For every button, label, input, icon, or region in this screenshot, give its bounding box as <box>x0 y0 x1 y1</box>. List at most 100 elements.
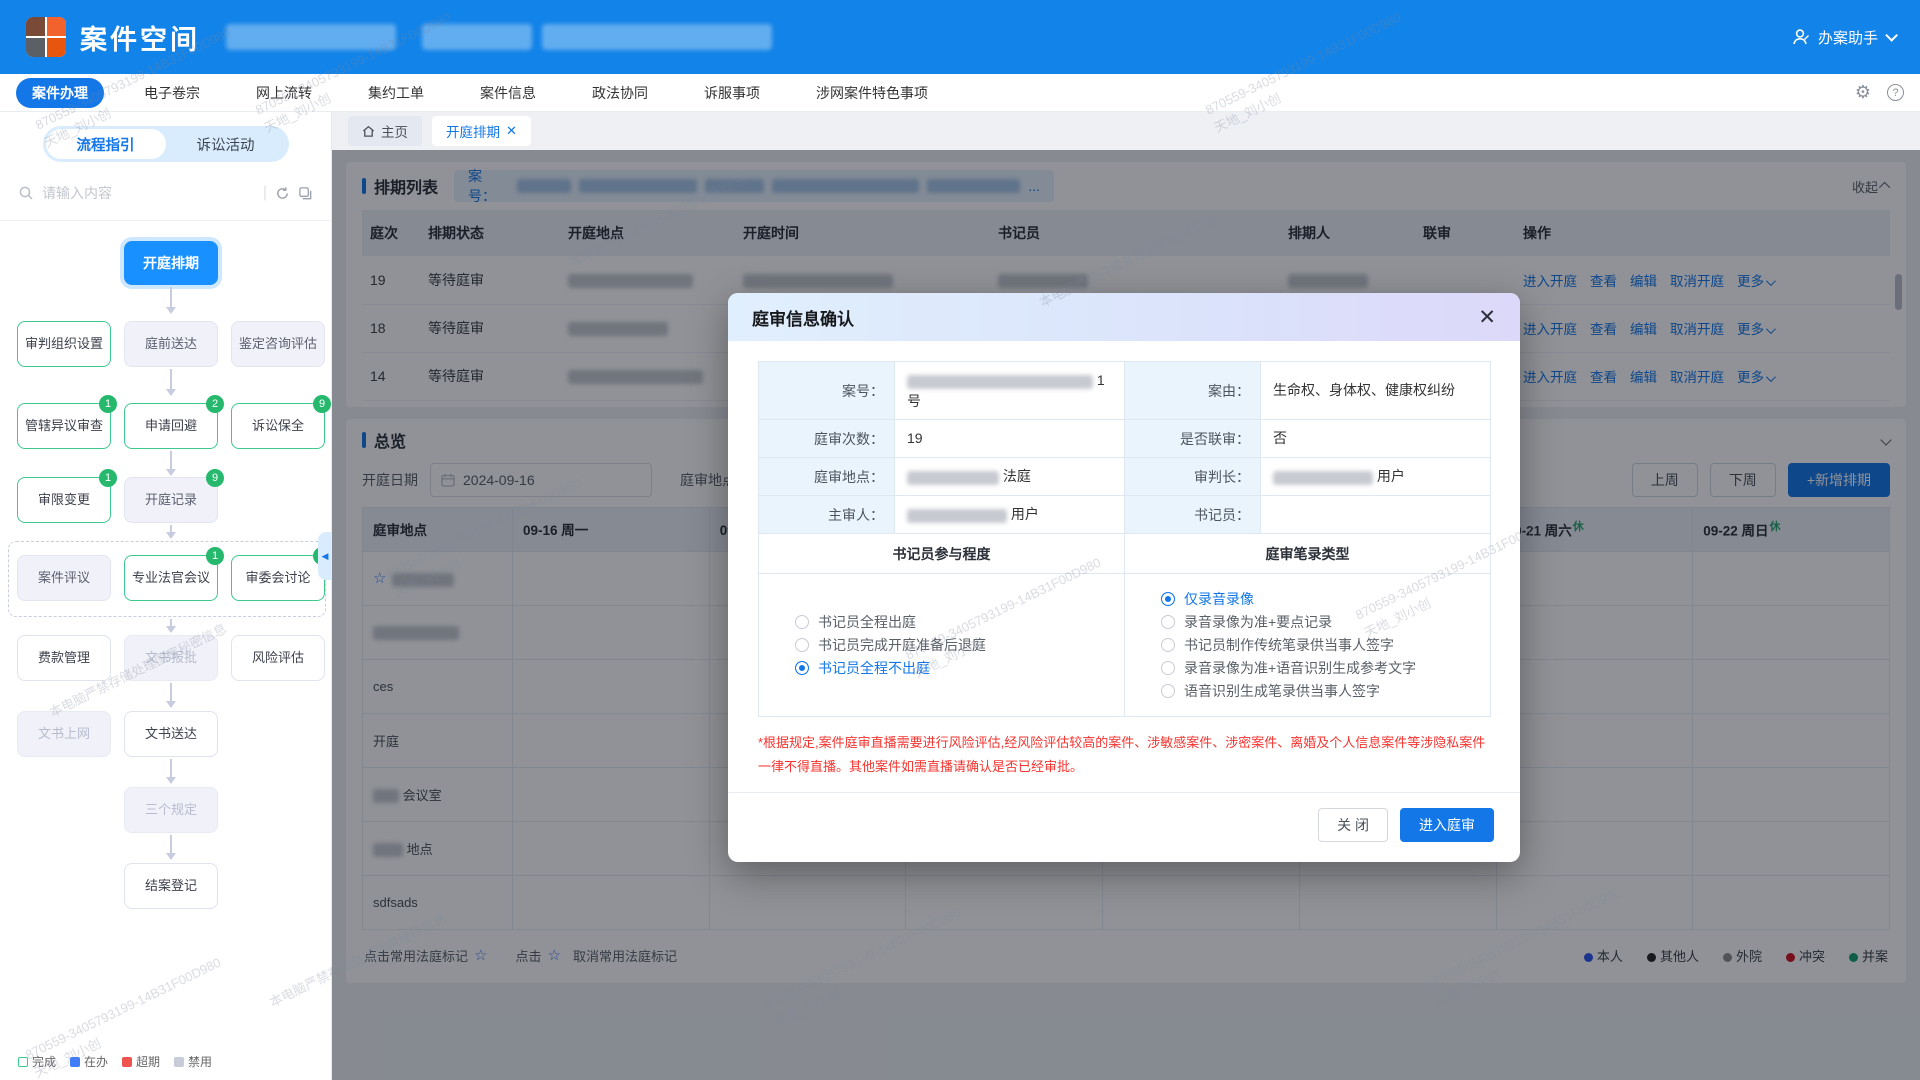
search-input[interactable] <box>42 185 255 201</box>
masked-breadcrumb <box>226 24 396 50</box>
app-logo-icon <box>26 17 66 57</box>
flow-node[interactable]: 专业法官会议1 <box>124 555 218 601</box>
modal-footer: 关 闭 进入庭审 <box>728 792 1520 862</box>
clerk-participation-options: 书记员全程出庭 书记员完成开庭准备后退庭 书记员全程不出庭 <box>759 574 1125 717</box>
tab-home[interactable]: 主页 <box>348 116 422 146</box>
flow-node[interactable]: 风险评估 <box>231 635 325 681</box>
nav-litigation-service[interactable]: 诉服事项 <box>676 83 788 103</box>
radio-icon <box>1161 638 1175 652</box>
sidebar-search: | <box>18 176 313 210</box>
radio-icon <box>1161 684 1175 698</box>
layers-icon[interactable] <box>298 186 313 201</box>
radio-icon <box>1161 615 1175 629</box>
modal-header: 庭审信息确认 ✕ <box>728 293 1520 341</box>
enter-hearing-button[interactable]: 进入庭审 <box>1400 808 1494 842</box>
assistant-menu[interactable]: 办案助手 <box>1791 27 1894 48</box>
radio-clerk-full-attend[interactable]: 书记员全程出庭 <box>795 613 1124 632</box>
app-title: 案件空间 <box>80 18 200 57</box>
process-flowchart: 开庭排期 审判组织设置 庭前送达 鉴定咨询评估 管辖异议审查1 申请回避2 诉讼… <box>0 221 331 981</box>
flow-node[interactable]: 申请回避2 <box>124 403 218 449</box>
chevron-down-icon <box>1885 29 1898 42</box>
flow-node: 三个规定 <box>124 787 218 833</box>
tab-kaiting-paiqi[interactable]: 开庭排期 ✕ <box>432 116 531 146</box>
clerk-value <box>1261 496 1491 534</box>
user-icon <box>1791 27 1811 47</box>
radio-av-plus-notes[interactable]: 录音录像为准+要点记录 <box>1161 613 1490 632</box>
flow-node[interactable]: 审委会讨论✓ <box>231 555 325 601</box>
nav-work-order[interactable]: 集约工单 <box>340 83 452 103</box>
radio-traditional-record[interactable]: 书记员制作传统笔录供当事人签字 <box>1161 636 1490 655</box>
radio-clerk-no-attend[interactable]: 书记员全程不出庭 <box>795 659 1124 678</box>
record-type-title: 庭审笔录类型 <box>1125 534 1491 574</box>
refresh-icon[interactable] <box>275 186 290 201</box>
count-badge: 2 <box>206 395 224 413</box>
joint-review-label: 是否联审： <box>1125 420 1261 458</box>
sidebar-collapse-handle[interactable]: ◀ <box>318 532 332 580</box>
search-icon <box>18 185 34 201</box>
presiding-judge-label: 审判长： <box>1125 458 1261 496</box>
radio-icon <box>795 615 809 629</box>
flow-node[interactable]: 庭前送达 <box>124 321 218 367</box>
count-badge: 9 <box>206 469 224 487</box>
flow-node[interactable]: 审判组织设置 <box>17 321 111 367</box>
assistant-label: 办案助手 <box>1818 27 1878 48</box>
radio-clerk-leave-after-prep[interactable]: 书记员完成开庭准备后退庭 <box>795 636 1124 655</box>
flow-node-kaiting-paiqi[interactable]: 开庭排期 <box>124 241 218 285</box>
masked-breadcrumb <box>422 24 532 50</box>
app-window: 案件空间 办案助手 案件办理 电子卷宗 网上流转 集约工单 案件信息 政法协同 … <box>0 0 1920 1080</box>
radio-icon-selected <box>1161 592 1175 606</box>
tab-process-guide[interactable]: 流程指引 <box>46 129 166 159</box>
close-icon[interactable]: ✕ <box>1478 307 1496 328</box>
sidebar-tab-switch: 流程指引 诉讼活动 <box>43 126 289 162</box>
flow-status-legend: 完成 在办 超期 禁用 <box>18 1053 212 1070</box>
count-badge: 1 <box>99 395 117 413</box>
clerk-label: 书记员： <box>1125 496 1261 534</box>
chief-judge-value: 用户 <box>895 496 1125 534</box>
flow-node[interactable]: 鉴定咨询评估 <box>231 321 325 367</box>
flow-node[interactable]: 诉讼保全9 <box>231 403 325 449</box>
chief-judge-label: 主审人： <box>759 496 895 534</box>
flow-node[interactable]: 管辖异议审查1 <box>17 403 111 449</box>
close-button[interactable]: 关 闭 <box>1318 808 1388 842</box>
help-icon[interactable]: ? <box>1887 84 1904 101</box>
nav-online-transfer[interactable]: 网上流转 <box>228 83 340 103</box>
radio-av-only[interactable]: 仅录音录像 <box>1161 590 1490 609</box>
flow-node[interactable]: 结案登记 <box>124 863 218 909</box>
hearing-confirm-modal: 庭审信息确认 ✕ 案号： 1号 案由： 生命权、身体权、健康权纠纷 庭审次数： … <box>728 293 1520 862</box>
flow-node: 文书报批 <box>124 635 218 681</box>
page-tabs: 主页 开庭排期 ✕ <box>332 112 1920 150</box>
gear-icon[interactable]: ⚙ <box>1855 82 1871 103</box>
count-badge: 1 <box>99 469 117 487</box>
clerk-participation-title: 书记员参与程度 <box>759 534 1125 574</box>
close-tab-icon[interactable]: ✕ <box>506 123 517 139</box>
hearing-info-table: 案号： 1号 案由： 生命权、身体权、健康权纠纷 庭审次数： 19 是否联审： … <box>758 361 1491 717</box>
cause-value: 生命权、身体权、健康权纠纷 <box>1261 362 1491 420</box>
top-header: 案件空间 办案助手 <box>0 0 1920 74</box>
count-badge: 9 <box>313 395 331 413</box>
flow-node[interactable]: 费款管理 <box>17 635 111 681</box>
flow-node[interactable]: 案件评议 <box>17 555 111 601</box>
sidebar: 流程指引 诉讼活动 | 开庭排期 审判组织设置 庭前送达 鉴定咨询评估 管辖异议… <box>0 112 332 1080</box>
case-no-value: 1号 <box>895 362 1125 420</box>
home-icon <box>362 125 375 138</box>
masked-breadcrumb <box>542 24 772 50</box>
nav-case-handling[interactable]: 案件办理 <box>16 78 104 108</box>
nav-e-dossier[interactable]: 电子卷宗 <box>116 83 228 103</box>
radio-speech-record-sign[interactable]: 语音识别生成笔录供当事人签字 <box>1161 682 1490 701</box>
cause-label: 案由： <box>1125 362 1261 420</box>
count-badge: 1 <box>206 547 224 565</box>
flow-node[interactable]: 审限变更1 <box>17 477 111 523</box>
location-value: 法庭 <box>895 458 1125 496</box>
nav-legal-coop[interactable]: 政法协同 <box>564 83 676 103</box>
flow-node[interactable]: 文书送达 <box>124 711 218 757</box>
session-count-label: 庭审次数： <box>759 420 895 458</box>
nav-internet-case[interactable]: 涉网案件特色事项 <box>788 83 956 103</box>
flow-node[interactable]: 开庭记录9 <box>124 477 218 523</box>
joint-review-value: 否 <box>1261 420 1491 458</box>
tab-litigation-activity[interactable]: 诉讼活动 <box>166 129 286 159</box>
radio-av-plus-speech-text[interactable]: 录音录像为准+语音识别生成参考文字 <box>1161 659 1490 678</box>
modal-title: 庭审信息确认 <box>752 305 854 330</box>
nav-case-info[interactable]: 案件信息 <box>452 83 564 103</box>
case-no-label: 案号： <box>759 362 895 420</box>
main-nav: 案件办理 电子卷宗 网上流转 集约工单 案件信息 政法协同 诉服事项 涉网案件特… <box>0 74 1920 112</box>
